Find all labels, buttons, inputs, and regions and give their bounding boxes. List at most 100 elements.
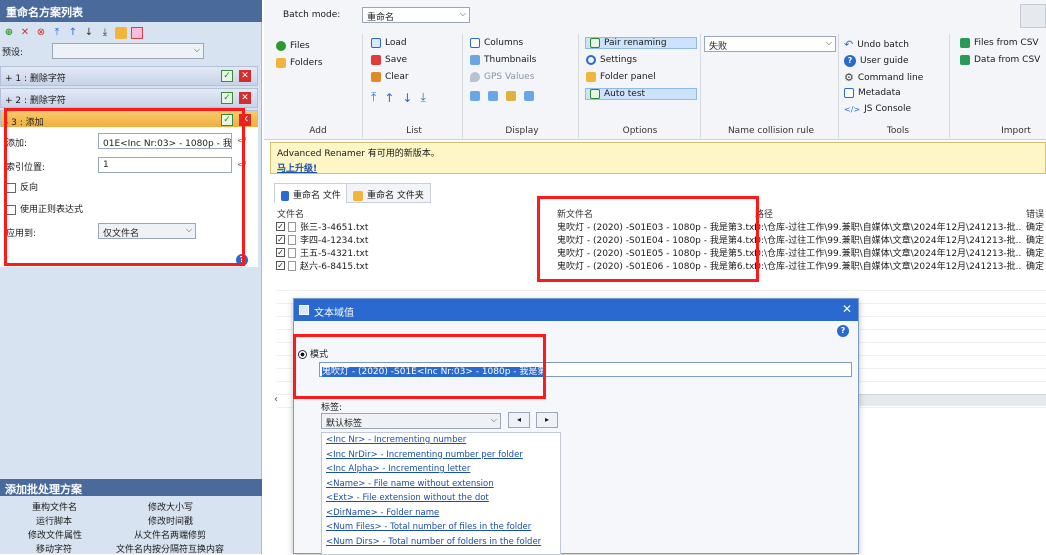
row-checkbox[interactable]: ✓ xyxy=(276,235,285,244)
new-name-cell: 鬼吹灯 - (2020) -S01E06 - 1080p - 我是第6.txt xyxy=(557,262,758,272)
auto-test-label: Auto test xyxy=(604,89,646,99)
enable-checkbox[interactable]: ✓ xyxy=(221,114,233,126)
folder-panel-button[interactable]: Folder panel xyxy=(586,72,656,82)
batch-method-item[interactable]: 从文件名两端修剪 xyxy=(134,528,206,541)
metadata-button[interactable]: Metadata xyxy=(844,88,901,98)
command-line-button[interactable]: ⚙ Command line xyxy=(844,71,923,84)
index-stepper[interactable]: 1 xyxy=(98,157,232,173)
tag-link[interactable]: <DirName> - Folder name xyxy=(322,506,560,521)
js-console-button[interactable]: </> JS Console xyxy=(844,104,911,114)
tab-rename-files[interactable]: 重命名 文件 xyxy=(274,183,348,203)
list-load-button[interactable]: Load xyxy=(371,38,407,48)
move-up-icon[interactable]: ↑ xyxy=(67,27,79,39)
clear-icon[interactable]: ⊗ xyxy=(35,27,47,39)
remove-icon[interactable]: ✕ xyxy=(239,70,251,82)
reverse-checkbox[interactable] xyxy=(6,182,16,193)
batch-method-item[interactable]: 重构文件名 xyxy=(32,500,77,513)
help-icon[interactable]: ? xyxy=(236,254,248,266)
tag-link[interactable]: <Inc NrDir> - Incrementing number per fo… xyxy=(322,448,560,463)
regex-checkbox[interactable] xyxy=(6,204,16,215)
move-top-icon[interactable]: ⤒ xyxy=(51,27,63,39)
upgrade-link[interactable]: 马上升级! xyxy=(277,161,1039,174)
pattern-input[interactable]: 鬼吹灯 - (2020) -S01E<Inc Nr:03> - 1080p - … xyxy=(319,362,852,377)
table-row[interactable]: ✓ 王五-5-4321.txt 鬼吹灯 - (2020) -S01E05 - 1… xyxy=(276,246,1046,259)
view-tiles-icon[interactable] xyxy=(524,91,534,101)
tag-link[interactable]: <Num Dirs> - Total number of folders in … xyxy=(322,535,560,550)
tag-link[interactable]: <Ext> - File extension without the dot xyxy=(322,491,560,506)
undo-batch-button[interactable]: ↶ Undo batch xyxy=(844,38,909,51)
batch-method-item[interactable]: 修改文件属性 xyxy=(28,528,82,541)
help-icon[interactable]: ? xyxy=(837,325,849,337)
pair-renaming-toggle[interactable]: Pair renaming xyxy=(585,37,697,49)
list-save-button[interactable]: Save xyxy=(371,55,407,65)
enable-checkbox[interactable]: ✓ xyxy=(221,92,233,104)
row-checkbox[interactable]: ✓ xyxy=(276,222,285,231)
horizontal-scrollbar[interactable] xyxy=(859,394,1046,406)
tags-dropdown[interactable]: 默认标签 ⌵ xyxy=(321,413,501,429)
separator xyxy=(838,34,839,138)
batch-method-item[interactable]: 修改时间戳 xyxy=(148,514,193,527)
thumbnails-button[interactable]: Thumbnails xyxy=(470,55,536,65)
mode-radio[interactable]: 模式 xyxy=(298,347,328,360)
move-bottom-icon[interactable]: ⤓ xyxy=(420,90,425,105)
data-from-csv-button[interactable]: Data from CSV xyxy=(960,55,1040,65)
next-button[interactable]: ▸ xyxy=(536,412,558,428)
settings-button[interactable]: Settings xyxy=(586,55,637,65)
files-from-csv-button[interactable]: Files from CSV xyxy=(960,38,1039,48)
close-icon[interactable]: ✕ xyxy=(842,302,852,316)
col-error[interactable]: 错误 xyxy=(1026,207,1044,220)
enable-checkbox[interactable]: ✓ xyxy=(221,70,233,82)
table-row[interactable]: ✓ 张三-3-4651.txt 鬼吹灯 - (2020) -S01E03 - 1… xyxy=(276,220,1046,233)
prev-button[interactable]: ◂ xyxy=(508,412,530,428)
tab-rename-folders[interactable]: 重命名 文件夹 xyxy=(346,183,431,203)
add-text-input[interactable]: 01E<Inc Nr:03> - 1080p - 我是第 xyxy=(98,133,232,149)
move-bottom-icon[interactable]: ⤓ xyxy=(99,27,111,39)
row-checkbox[interactable]: ✓ xyxy=(276,261,285,270)
move-top-icon[interactable]: ⤒ xyxy=(371,90,376,105)
remove-icon[interactable]: ✕ xyxy=(239,92,251,104)
tag-icon[interactable]: </ xyxy=(237,136,246,145)
tag-link[interactable]: <Inc Alpha> - Incrementing letter xyxy=(322,462,560,477)
remove-icon[interactable]: ✕ xyxy=(239,114,251,126)
view-details-icon[interactable] xyxy=(488,91,498,101)
table-row[interactable]: ✓ 李四-4-1234.txt 鬼吹灯 - (2020) -S01E04 - 1… xyxy=(276,233,1046,246)
window-button[interactable] xyxy=(1020,4,1046,28)
move-down-icon[interactable]: ↓ xyxy=(83,27,95,39)
apply-to-dropdown[interactable]: 仅文件名 ⌵ xyxy=(98,223,196,239)
tag-link[interactable]: <Inc Nr> - Incrementing number xyxy=(322,433,560,448)
clear-label: Clear xyxy=(385,72,409,82)
scroll-left-icon[interactable]: ‹ xyxy=(274,394,278,405)
preset-dropdown[interactable]: ⌵ xyxy=(52,43,204,59)
gps-values-button[interactable]: GPS Values xyxy=(470,72,534,82)
move-up-icon[interactable]: ↑ xyxy=(384,91,394,105)
add-folders-button[interactable]: Folders xyxy=(276,58,323,68)
batch-method-item[interactable]: 运行脚本 xyxy=(36,514,72,527)
tag-link[interactable]: <Name> - File name without extension xyxy=(322,477,560,492)
auto-test-toggle[interactable]: Auto test xyxy=(585,88,697,100)
row-checkbox[interactable]: ✓ xyxy=(276,248,285,257)
view-grid-icon[interactable] xyxy=(506,91,516,101)
user-guide-button[interactable]: ? User guide xyxy=(844,55,909,67)
collision-rule-dropdown[interactable]: 失败 ⌵ xyxy=(704,36,836,52)
view-list-icon[interactable] xyxy=(470,91,480,101)
delete-icon[interactable]: ✕ xyxy=(19,27,31,39)
batch-mode-dropdown[interactable]: 重命名 ⌵ xyxy=(362,7,470,23)
col-path[interactable]: 路径 xyxy=(755,207,773,220)
move-down-icon[interactable]: ↓ xyxy=(402,91,412,105)
method-item-2[interactable]: + 2 : 删除字符 ✓ ✕ xyxy=(0,88,258,108)
tag-link[interactable]: <Num Files> - Total number of files in t… xyxy=(322,520,560,535)
table-row[interactable]: ✓ 赵六-6-8415.txt 鬼吹灯 - (2020) -S01E06 - 1… xyxy=(276,259,1046,272)
col-new-name[interactable]: 新文件名 xyxy=(557,207,593,220)
add-icon[interactable]: ⊕ xyxy=(3,27,15,39)
batch-method-item[interactable]: 文件名内按分隔符互换内容 xyxy=(116,542,224,555)
batch-method-item[interactable]: 移动字符 xyxy=(36,542,72,555)
batch-method-item[interactable]: 修改大小写 xyxy=(148,500,193,513)
add-files-button[interactable]: Files xyxy=(276,41,310,51)
columns-button[interactable]: Columns xyxy=(470,38,523,48)
col-filename[interactable]: 文件名 xyxy=(277,207,304,220)
method-item-1[interactable]: + 1 : 删除字符 ✓ ✕ xyxy=(0,66,258,86)
tag-icon[interactable]: </ xyxy=(237,160,246,169)
folder-icon[interactable] xyxy=(115,27,127,39)
save-icon[interactable] xyxy=(131,27,143,39)
list-clear-button[interactable]: Clear xyxy=(371,72,409,82)
